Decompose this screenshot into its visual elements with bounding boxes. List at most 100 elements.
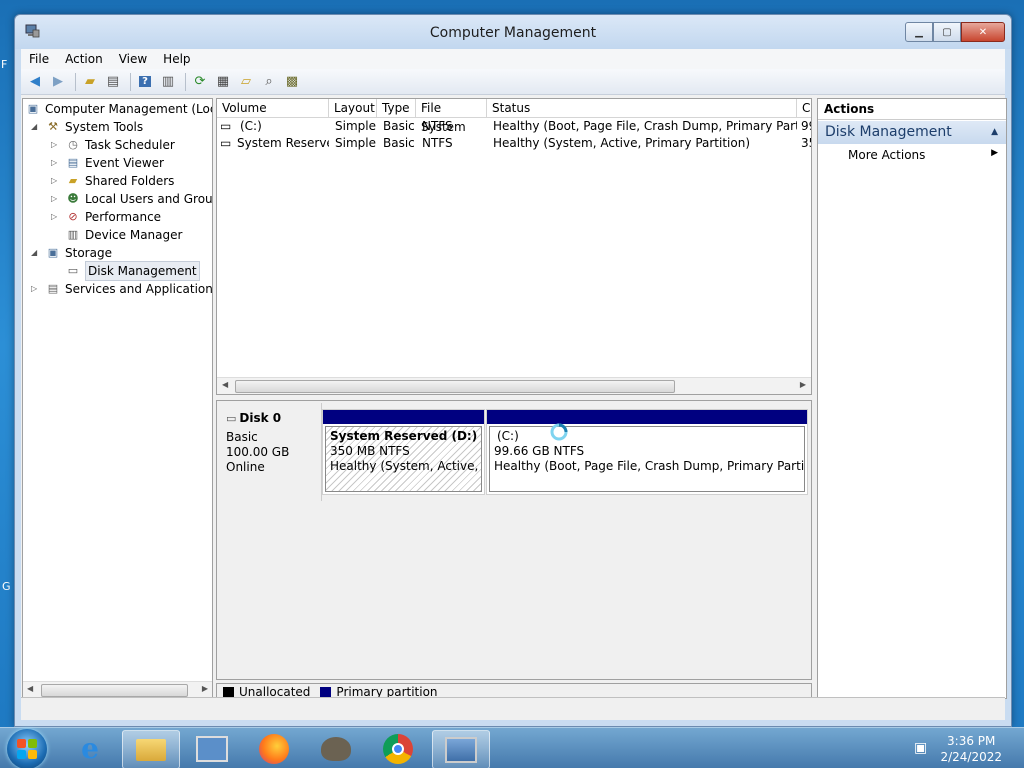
collapse-up-icon: ▲ xyxy=(991,127,998,137)
tree-item-root[interactable]: ▣ Computer Management (Local xyxy=(25,100,212,118)
taskbar-chrome[interactable] xyxy=(370,730,426,767)
forward-button[interactable]: ▶ xyxy=(48,73,68,91)
tree-item-event-viewer[interactable]: ▷ ▤ Event Viewer xyxy=(51,154,164,172)
partition-system-reserved[interactable]: System Reserved (D:) 350 MB NTFS Healthy… xyxy=(322,409,485,495)
partition-body: (C:) 99.66 GB NTFS Healthy (Boot, Page F… xyxy=(489,426,805,492)
tree-item-disk-management[interactable]: ▭ Disk Management xyxy=(65,261,200,281)
actions-section-disk-management[interactable]: Disk Management ▲ xyxy=(818,121,1006,144)
open-button[interactable]: ▱ xyxy=(236,73,256,91)
column-header-file-system[interactable]: File System xyxy=(416,99,487,134)
clock-time: 3:36 PM xyxy=(947,734,996,748)
disk-size: 100.00 GB xyxy=(226,445,290,459)
back-button[interactable]: ◀ xyxy=(25,73,45,91)
table-row[interactable]: ▭ System Reserve... Simple Basic NTFS He… xyxy=(217,135,811,152)
column-header-volume[interactable]: Volume xyxy=(217,99,329,118)
start-button[interactable] xyxy=(7,729,47,768)
menu-bar: File Action View Help xyxy=(21,49,1005,69)
show-hide-tree-button[interactable]: ▤ xyxy=(103,73,123,91)
busy-cursor-icon xyxy=(550,423,568,441)
expand-icon: ▷ xyxy=(51,158,58,167)
menu-action[interactable]: Action xyxy=(57,52,111,66)
volume-list-horizontal-scrollbar[interactable]: ◀ ▶ xyxy=(217,377,811,394)
maximize-button[interactable]: ▢ xyxy=(933,22,961,42)
taskbar-computer-management[interactable] xyxy=(432,730,490,768)
tree-item-local-users[interactable]: ▷ ☻ Local Users and Groups xyxy=(51,190,212,208)
section-label: Disk Management xyxy=(825,124,952,140)
network-icon[interactable]: ▣ xyxy=(914,740,927,756)
table-row[interactable]: ▭ (C:) Simple Basic NTFS Healthy (Boot, … xyxy=(217,118,811,135)
tree-item-services[interactable]: ▷ ▤ Services and Applications xyxy=(31,280,212,298)
clock[interactable]: 3:36 PM 2/24/2022 xyxy=(940,733,1002,765)
disk-state: Online xyxy=(226,460,265,474)
tree-label: Storage xyxy=(65,246,112,260)
drive-icon: ▭ xyxy=(220,119,232,133)
taskbar-firefox[interactable] xyxy=(246,730,302,767)
tree-label: Device Manager xyxy=(85,228,183,242)
properties-button[interactable]: ▦ xyxy=(213,73,233,91)
partition-c[interactable]: (C:) 99.66 GB NTFS Healthy (Boot, Page F… xyxy=(486,409,808,495)
toolbar: ◀ ▶ ▰ ▤ ? ▥ ⟳ ▦ ▱ ⌕ ▩ xyxy=(21,69,1005,95)
expand-icon: ▷ xyxy=(51,194,58,203)
tree-item-storage[interactable]: ◢ ▣ Storage xyxy=(31,244,112,262)
column-header-status[interactable]: Status xyxy=(487,99,797,118)
find-button[interactable]: ⌕ xyxy=(259,73,279,91)
disk-settings-icon: ▩ xyxy=(285,74,299,89)
taskbar-gimp[interactable] xyxy=(308,730,364,767)
scroll-left-icon: ◀ xyxy=(222,380,229,389)
expand-icon: ▷ xyxy=(51,176,58,185)
title-bar[interactable]: Computer Management ▁ ▢ ✕ xyxy=(15,15,1011,49)
status-bar xyxy=(21,697,1005,720)
tree-item-performance[interactable]: ▷ ⊘ Performance xyxy=(51,208,161,226)
folder-icon xyxy=(136,738,166,761)
more-actions-item[interactable]: More Actions ▶ xyxy=(848,148,998,162)
up-folder-button[interactable]: ▰ xyxy=(80,73,100,91)
users-icon: ☻ xyxy=(67,192,79,205)
column-header-type[interactable]: Type xyxy=(377,99,416,118)
tree-horizontal-scrollbar[interactable]: ◀ ▶ xyxy=(23,681,212,698)
action-pane-icon: ▥ xyxy=(161,74,175,89)
tree-label: Disk Management xyxy=(85,261,200,281)
desktop-label-fragment: F xyxy=(1,58,8,71)
partition-status: Healthy (System, Active, Pri xyxy=(330,459,482,473)
shared-folder-icon: ▰ xyxy=(68,174,78,187)
disk-0-label[interactable]: ▭ Disk 0 Basic 100.00 GB Online xyxy=(218,403,322,501)
cell-volume: System Reserve... xyxy=(237,136,329,150)
primary-partition-bar xyxy=(323,410,484,424)
tree-label: Event Viewer xyxy=(85,156,164,170)
cell-status: Healthy (System, Active, Primary Partiti… xyxy=(493,136,751,150)
menu-file[interactable]: File xyxy=(21,52,57,66)
refresh-button[interactable]: ⟳ xyxy=(190,73,210,91)
actions-header: Actions xyxy=(818,99,1006,120)
tree-item-system-tools[interactable]: ◢ ⚒ System Tools xyxy=(31,118,143,136)
help-icon: ? xyxy=(139,76,151,87)
chrome-icon xyxy=(383,733,413,764)
cell-capacity: 99 xyxy=(801,119,811,133)
console-tree: ▣ Computer Management (Local ◢ ⚒ System … xyxy=(22,98,213,699)
menu-help[interactable]: Help xyxy=(155,52,198,66)
gimp-icon xyxy=(321,736,351,761)
actions-pane: Actions Disk Management ▲ More Actions ▶ xyxy=(817,98,1007,699)
tree-item-device-manager[interactable]: ▥ Device Manager xyxy=(65,226,183,244)
taskbar-remote-desktop[interactable] xyxy=(184,730,240,767)
menu-view[interactable]: View xyxy=(111,52,155,66)
tools-icon: ⚒ xyxy=(48,120,58,133)
tree-item-shared-folders[interactable]: ▷ ▰ Shared Folders xyxy=(51,172,174,190)
partition-size: 99.66 GB NTFS xyxy=(494,444,585,458)
column-header-capacity[interactable]: C xyxy=(797,99,811,118)
tree-item-task-scheduler[interactable]: ▷ ◷ Task Scheduler xyxy=(51,136,175,154)
expand-icon: ▷ xyxy=(31,284,38,293)
minimize-button[interactable]: ▁ xyxy=(905,22,933,42)
settings-button[interactable]: ▩ xyxy=(282,73,302,91)
more-actions-label: More Actions xyxy=(848,148,926,162)
scroll-thumb[interactable] xyxy=(235,380,675,393)
scroll-thumb[interactable] xyxy=(41,684,188,697)
cell-capacity: 35 xyxy=(801,136,811,150)
column-header-layout[interactable]: Layout xyxy=(329,99,377,118)
close-button[interactable]: ✕ xyxy=(961,22,1005,42)
unallocated-swatch xyxy=(223,686,234,698)
help-button[interactable]: ? xyxy=(135,73,155,91)
scroll-right-icon: ▶ xyxy=(201,684,208,693)
taskbar-file-explorer[interactable] xyxy=(122,730,180,768)
show-hide-action-pane-button[interactable]: ▥ xyxy=(158,73,178,91)
taskbar-internet-explorer[interactable]: e xyxy=(62,730,118,767)
